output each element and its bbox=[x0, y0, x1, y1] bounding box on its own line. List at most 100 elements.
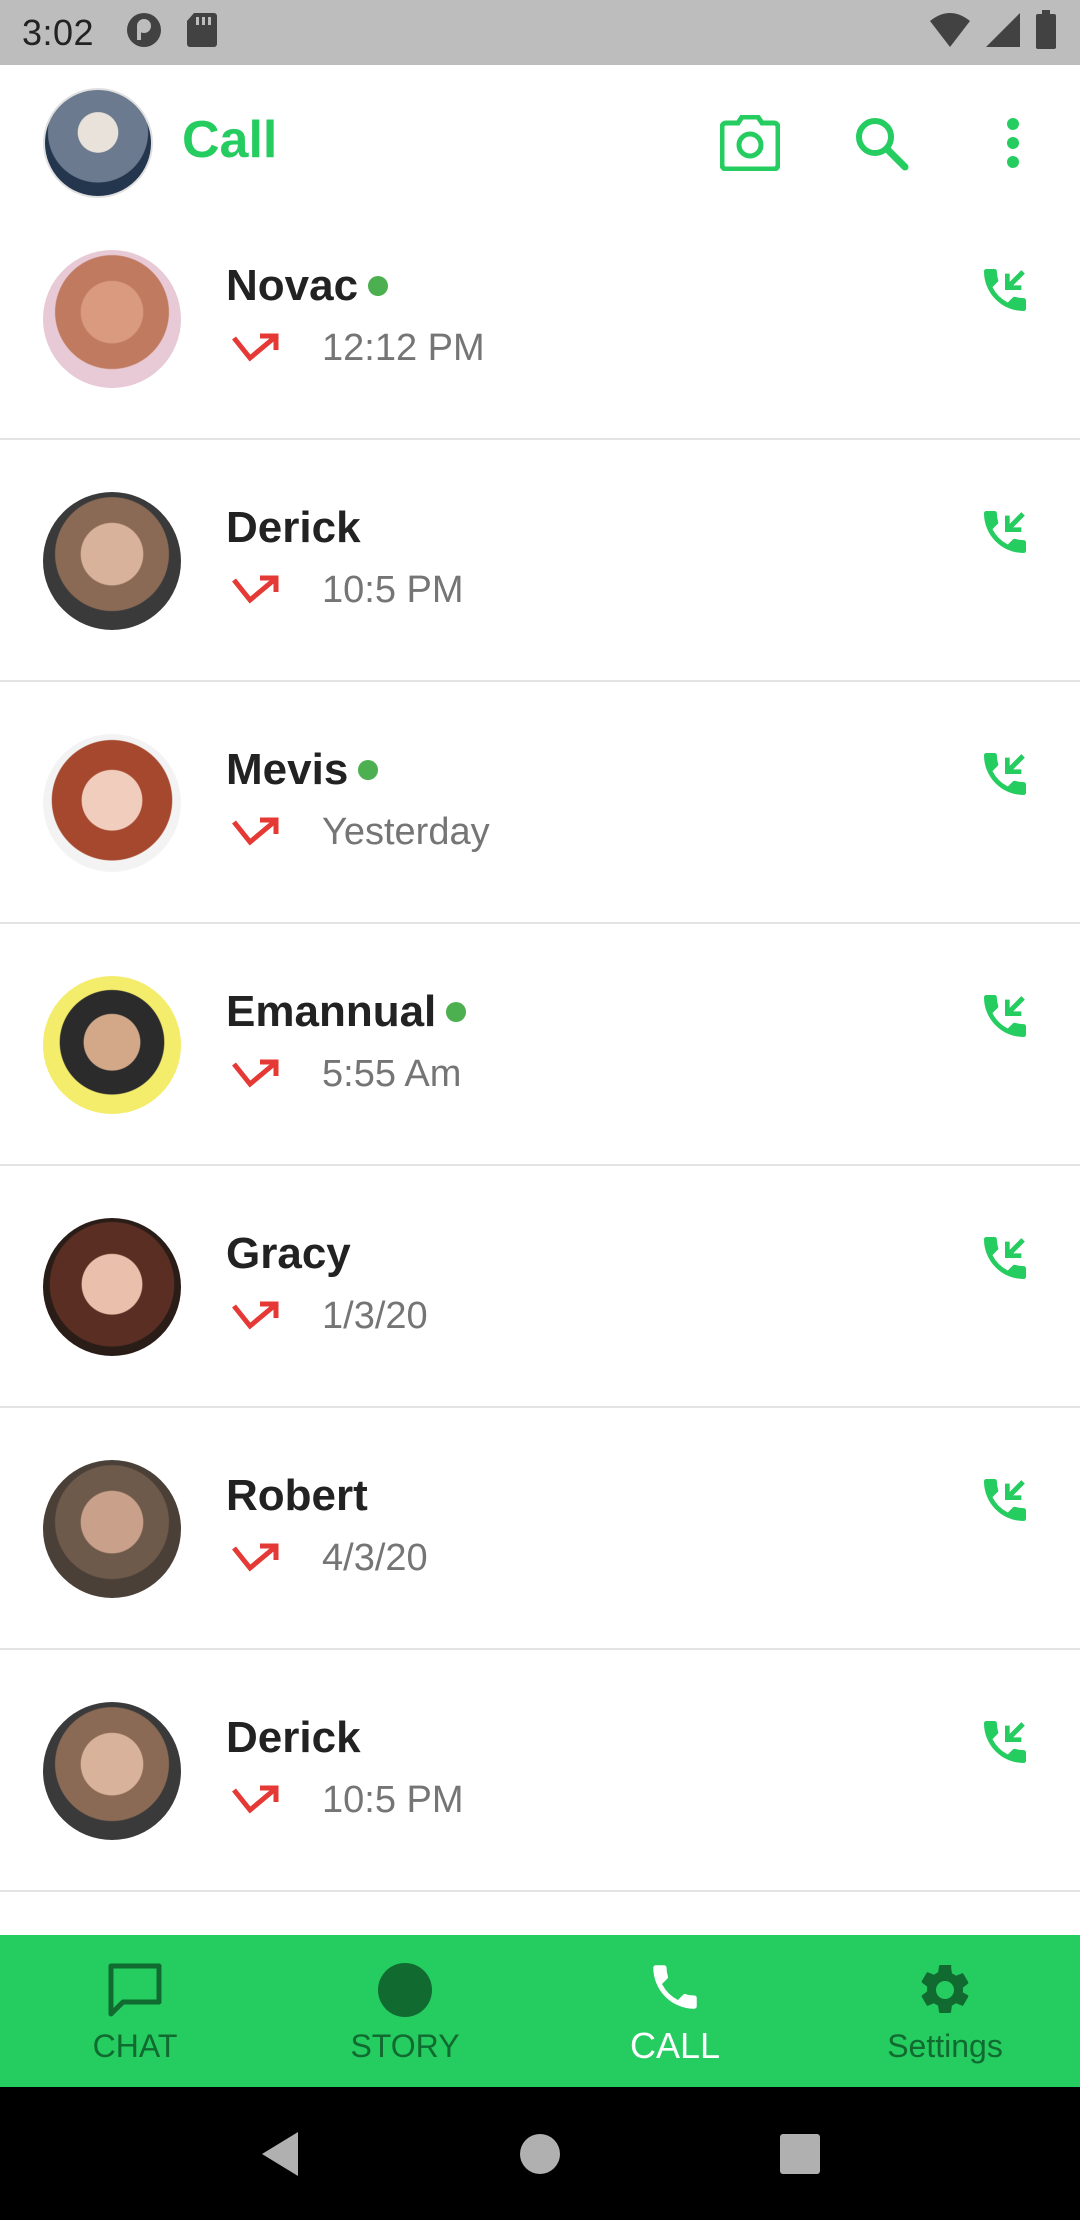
contact-name-row: Robert bbox=[226, 1471, 368, 1521]
system-nav-bar bbox=[0, 2087, 1080, 2220]
avatar bbox=[43, 250, 181, 388]
phone-callback-icon bbox=[984, 269, 1026, 311]
phone-icon bbox=[643, 1955, 707, 2019]
chat-icon bbox=[103, 1958, 167, 2022]
more-vert-icon bbox=[1007, 118, 1019, 168]
recents-square-icon bbox=[780, 2133, 820, 2174]
phone-callback-icon bbox=[984, 753, 1026, 795]
missed-call-icon bbox=[232, 1301, 279, 1330]
sd-card-icon bbox=[186, 11, 218, 54]
call-time: 12:12 PM bbox=[322, 327, 485, 369]
story-icon bbox=[373, 1958, 437, 2022]
call-meta: 4/3/20 bbox=[230, 1537, 428, 1580]
nav-item-call[interactable]: CALL bbox=[540, 1935, 810, 2087]
back-button[interactable] bbox=[250, 2124, 310, 2184]
contact-name: Robert bbox=[226, 1471, 368, 1520]
contact-name-row: Emannual bbox=[226, 987, 467, 1037]
contact-name-row: Derick bbox=[226, 503, 361, 553]
call-back-button[interactable] bbox=[970, 739, 1040, 809]
avatar bbox=[43, 1460, 181, 1598]
nav-item-chat[interactable]: CHAT bbox=[0, 1935, 270, 2087]
phone-callback-icon bbox=[984, 995, 1026, 1037]
status-notification-icons bbox=[124, 10, 218, 55]
avatar bbox=[43, 1702, 181, 1840]
call-back-button[interactable] bbox=[970, 1223, 1040, 1293]
call-item[interactable]: Derick 10:5 PM bbox=[0, 440, 1080, 682]
call-meta: 1/3/20 bbox=[230, 1295, 428, 1338]
contact-name: Novac bbox=[226, 261, 359, 310]
missed-call-icon bbox=[232, 817, 279, 846]
phone-callback-icon bbox=[984, 511, 1026, 553]
nav-label: CHAT bbox=[92, 2027, 178, 2064]
back-triangle-icon bbox=[262, 2131, 298, 2176]
phone-callback-icon bbox=[984, 1237, 1026, 1279]
phone-callback-icon bbox=[984, 1721, 1026, 1763]
call-list: Novac 12:12 PM Derick 10:5 PM Mevis Yest… bbox=[0, 225, 1080, 1892]
notification-app-icon bbox=[124, 10, 164, 55]
call-meta: 5:55 Am bbox=[230, 1053, 461, 1096]
status-time: 3:02 bbox=[22, 11, 95, 53]
contact-name: Emannual bbox=[226, 987, 437, 1036]
contact-name: Mevis bbox=[226, 745, 349, 794]
call-back-button[interactable] bbox=[970, 1707, 1040, 1777]
missed-call-icon bbox=[232, 1785, 279, 1814]
call-item[interactable]: Robert 4/3/20 bbox=[0, 1408, 1080, 1650]
search-button[interactable] bbox=[845, 107, 917, 179]
call-back-button[interactable] bbox=[970, 981, 1040, 1051]
contact-name-row: Mevis bbox=[226, 745, 379, 795]
call-meta: 10:5 PM bbox=[230, 569, 464, 612]
call-time: 10:5 PM bbox=[322, 569, 464, 611]
status-system-icons bbox=[928, 10, 1058, 55]
nav-item-settings[interactable]: Settings bbox=[810, 1935, 1080, 2087]
call-back-button[interactable] bbox=[970, 255, 1040, 325]
call-time: 10:5 PM bbox=[322, 1779, 464, 1821]
recents-button[interactable] bbox=[770, 2124, 830, 2184]
call-item[interactable]: Novac 12:12 PM bbox=[0, 225, 1080, 440]
avatar bbox=[43, 492, 181, 630]
nav-item-story[interactable]: STORY bbox=[270, 1935, 540, 2087]
camera-button[interactable] bbox=[714, 107, 786, 179]
more-options-button[interactable] bbox=[977, 107, 1049, 179]
call-meta: Yesterday bbox=[230, 811, 490, 854]
online-indicator bbox=[368, 276, 389, 296]
home-circle-icon bbox=[520, 2133, 560, 2174]
battery-icon bbox=[1034, 10, 1058, 55]
call-back-button[interactable] bbox=[970, 1465, 1040, 1535]
phone-callback-icon bbox=[984, 1479, 1026, 1521]
search-icon bbox=[856, 118, 909, 171]
online-indicator bbox=[446, 1002, 467, 1022]
call-item[interactable]: Mevis Yesterday bbox=[0, 682, 1080, 924]
missed-call-icon bbox=[232, 1059, 279, 1088]
call-item[interactable]: Emannual 5:55 Am bbox=[0, 924, 1080, 1166]
profile-avatar[interactable] bbox=[43, 88, 153, 198]
avatar bbox=[43, 976, 181, 1114]
avatar bbox=[43, 734, 181, 872]
call-time: Yesterday bbox=[322, 811, 490, 853]
call-item[interactable]: Derick 10:5 PM bbox=[0, 1650, 1080, 1892]
page-title: Call bbox=[182, 111, 278, 169]
missed-call-icon bbox=[232, 333, 279, 362]
call-meta: 12:12 PM bbox=[230, 327, 485, 370]
missed-call-icon bbox=[232, 575, 279, 604]
contact-name-row: Novac bbox=[226, 261, 389, 311]
wifi-icon bbox=[928, 11, 972, 54]
status-bar: 3:02 bbox=[0, 0, 1080, 65]
call-time: 1/3/20 bbox=[322, 1295, 428, 1337]
avatar bbox=[43, 1218, 181, 1356]
contact-name-row: Gracy bbox=[226, 1229, 351, 1279]
call-meta: 10:5 PM bbox=[230, 1779, 464, 1822]
bottom-nav: CHAT STORY CALL Settings bbox=[0, 1935, 1080, 2087]
contact-name: Derick bbox=[226, 503, 361, 552]
call-time: 4/3/20 bbox=[322, 1537, 428, 1579]
call-item[interactable]: Gracy 1/3/20 bbox=[0, 1166, 1080, 1408]
app-bar: Call bbox=[0, 65, 1080, 225]
screen: 3:02 Call Novac 12:12 PM Derick 10:5 PM … bbox=[0, 0, 1080, 2220]
missed-call-icon bbox=[232, 1543, 279, 1572]
call-back-button[interactable] bbox=[970, 497, 1040, 567]
nav-label: STORY bbox=[350, 2027, 460, 2064]
contact-name: Derick bbox=[226, 1713, 361, 1762]
gear-icon bbox=[913, 1958, 977, 2022]
home-button[interactable] bbox=[510, 2124, 570, 2184]
contact-name-row: Derick bbox=[226, 1713, 361, 1763]
call-time: 5:55 Am bbox=[322, 1053, 462, 1095]
